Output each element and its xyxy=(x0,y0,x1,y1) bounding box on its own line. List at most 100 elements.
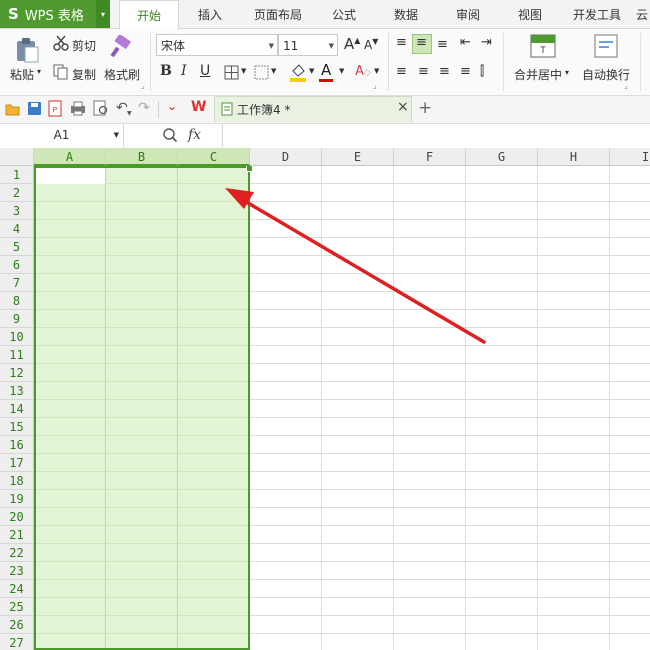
row-header-15[interactable]: 15 xyxy=(0,418,34,436)
row-header-13[interactable]: 13 xyxy=(0,382,34,400)
increase-indent-icon[interactable]: ⇥ xyxy=(481,35,492,50)
customize-toolbar-icon[interactable]: ⌄ xyxy=(167,99,177,113)
row-header-22[interactable]: 22 xyxy=(0,544,34,562)
column-header-e[interactable]: E xyxy=(322,148,394,166)
tab-view[interactable]: 视图 xyxy=(508,0,552,28)
row-header-7[interactable]: 7 xyxy=(0,274,34,292)
merge-center-button[interactable]: 合并居中 xyxy=(514,66,562,83)
column-header-i[interactable]: I xyxy=(610,148,650,166)
new-tab-icon[interactable]: + xyxy=(418,98,432,118)
row-header-26[interactable]: 26 xyxy=(0,616,34,634)
column-header-d[interactable]: D xyxy=(250,148,322,166)
row-header-5[interactable]: 5 xyxy=(0,238,34,256)
row-header-25[interactable]: 25 xyxy=(0,598,34,616)
spreadsheet-grid[interactable]: A B C D E F G H I 1 2 3 4 5 6 7 8 9 10 11 12 13 14 15 16 17 18 19 20… xyxy=(0,148,650,650)
copy-icon[interactable] xyxy=(53,64,69,80)
decrease-indent-icon[interactable]: ⇤ xyxy=(460,35,471,50)
align-center-icon[interactable]: ≡ xyxy=(418,64,429,79)
row-header-8[interactable]: 8 xyxy=(0,292,34,310)
redo-icon[interactable]: ↷ xyxy=(138,100,150,116)
align-left-icon[interactable]: ≡ xyxy=(396,64,407,79)
tab-cloud[interactable]: 云 xyxy=(634,0,650,28)
align-bottom-icon[interactable]: ≡ xyxy=(437,37,448,52)
close-tab-icon[interactable]: × xyxy=(397,99,409,115)
export-pdf-icon[interactable]: P xyxy=(48,100,63,117)
fill-pattern-icon[interactable] xyxy=(254,65,270,81)
cut-icon[interactable] xyxy=(53,35,69,51)
italic-button[interactable]: I xyxy=(181,63,187,79)
font-size-combo[interactable]: 11 ▼ xyxy=(278,34,338,56)
tab-developer[interactable]: 开发工具 xyxy=(567,0,627,28)
copy-button[interactable]: 复制 xyxy=(72,66,96,83)
borders-dropdown-icon[interactable]: ▼ xyxy=(241,67,246,75)
fill-dropdown-icon[interactable]: ▼ xyxy=(271,67,276,75)
justify-icon[interactable]: ≡ xyxy=(460,64,471,79)
undo-dropdown-icon[interactable]: ▼ xyxy=(127,110,132,117)
insert-function-button[interactable]: fx xyxy=(188,127,201,143)
font-color-dropdown-icon[interactable]: ▼ xyxy=(339,67,344,75)
column-header-h[interactable]: H xyxy=(538,148,610,166)
column-header-b[interactable]: B xyxy=(106,148,178,166)
row-header-3[interactable]: 3 xyxy=(0,202,34,220)
row-header-27[interactable]: 27 xyxy=(0,634,34,650)
fill-color-dropdown-icon[interactable]: ▼ xyxy=(309,67,314,75)
clear-dropdown-icon[interactable]: ▼ xyxy=(374,67,379,75)
alignment-launcher-icon[interactable]: ⌟ xyxy=(624,81,628,90)
undo-icon[interactable]: ↶ xyxy=(116,100,128,116)
row-header-4[interactable]: 4 xyxy=(0,220,34,238)
app-menu-arrow-icon[interactable]: ▾ xyxy=(96,0,110,28)
search-function-icon[interactable] xyxy=(162,127,178,143)
row-header-17[interactable]: 17 xyxy=(0,454,34,472)
row-header-16[interactable]: 16 xyxy=(0,436,34,454)
underline-button[interactable]: U xyxy=(200,63,210,79)
open-folder-icon[interactable] xyxy=(5,102,21,116)
fill-color-icon[interactable] xyxy=(289,63,307,83)
cut-button[interactable]: 剪切 xyxy=(72,37,96,54)
column-header-c[interactable]: C xyxy=(178,148,250,166)
merge-center-icon[interactable]: T xyxy=(530,34,556,60)
wrap-text-button[interactable]: 自动换行 xyxy=(582,66,630,83)
row-header-24[interactable]: 24 xyxy=(0,580,34,598)
font-launcher-icon[interactable]: ⌟ xyxy=(373,81,377,90)
chevron-down-icon[interactable]: ▼ xyxy=(114,124,119,147)
row-header-1[interactable]: 1 xyxy=(0,166,34,184)
align-middle-icon[interactable]: ≡ xyxy=(416,35,427,50)
wps-cloud-icon[interactable]: W xyxy=(191,99,206,115)
row-header-12[interactable]: 12 xyxy=(0,364,34,382)
row-header-9[interactable]: 9 xyxy=(0,310,34,328)
column-header-a[interactable]: A xyxy=(34,148,106,166)
font-name-combo[interactable]: 宋体 ▼ xyxy=(156,34,278,56)
wrap-text-icon[interactable] xyxy=(594,34,618,60)
clipboard-launcher-icon[interactable]: ⌟ xyxy=(141,81,145,90)
row-header-6[interactable]: 6 xyxy=(0,256,34,274)
tab-page-layout[interactable]: 页面布局 xyxy=(246,0,310,28)
font-color-icon[interactable]: A xyxy=(321,61,331,79)
tab-formulas[interactable]: 公式 xyxy=(322,0,366,28)
document-tab[interactable]: 工作簿4 * × xyxy=(214,96,412,122)
decrease-font-icon[interactable]: A▼ xyxy=(364,37,378,52)
row-header-20[interactable]: 20 xyxy=(0,508,34,526)
row-header-10[interactable]: 10 xyxy=(0,328,34,346)
row-header-11[interactable]: 11 xyxy=(0,346,34,364)
print-icon[interactable] xyxy=(70,101,86,116)
column-header-f[interactable]: F xyxy=(394,148,466,166)
row-header-14[interactable]: 14 xyxy=(0,400,34,418)
clear-format-icon[interactable]: A◇ xyxy=(355,64,371,79)
paste-button[interactable]: 粘贴 xyxy=(10,66,34,83)
row-header-19[interactable]: 19 xyxy=(0,490,34,508)
format-painter-icon[interactable] xyxy=(110,35,134,59)
row-header-2[interactable]: 2 xyxy=(0,184,34,202)
row-header-21[interactable]: 21 xyxy=(0,526,34,544)
align-top-icon[interactable]: ≡ xyxy=(396,35,407,50)
format-painter-button[interactable]: 格式刷 xyxy=(104,66,140,83)
row-header-23[interactable]: 23 xyxy=(0,562,34,580)
row-header-18[interactable]: 18 xyxy=(0,472,34,490)
paste-icon[interactable] xyxy=(14,37,40,63)
name-box[interactable]: A1 ▼ xyxy=(0,124,124,147)
print-preview-icon[interactable] xyxy=(93,100,109,116)
borders-icon[interactable] xyxy=(224,65,240,81)
merge-dropdown-icon[interactable]: ▾ xyxy=(565,68,569,77)
app-menu-button[interactable]: S WPS 表格 ▾ xyxy=(0,0,110,28)
paste-dropdown-icon[interactable]: ▾ xyxy=(37,67,41,76)
save-icon[interactable] xyxy=(27,101,42,116)
